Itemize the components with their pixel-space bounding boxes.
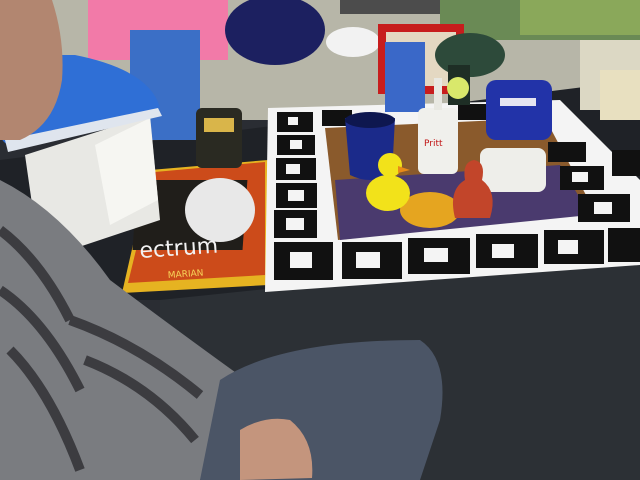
keyboard (340, 0, 440, 14)
scene-svg: ectrum MARIAN Pritt (0, 0, 640, 480)
tennis-ball (447, 77, 469, 99)
glue-bottle-label: Pritt (424, 139, 443, 149)
fiducial-marker (548, 142, 586, 162)
clamp (385, 42, 425, 112)
egg-carton (480, 148, 546, 192)
rubber-duck (366, 175, 410, 211)
fiducial-marker (612, 150, 640, 176)
bowl (326, 27, 380, 57)
fiducial-marker (608, 228, 640, 262)
fiducial-marker (458, 104, 486, 120)
photo-scene: ectrum MARIAN Pritt (0, 0, 640, 480)
stapler (486, 80, 552, 140)
toy-car (196, 108, 242, 168)
